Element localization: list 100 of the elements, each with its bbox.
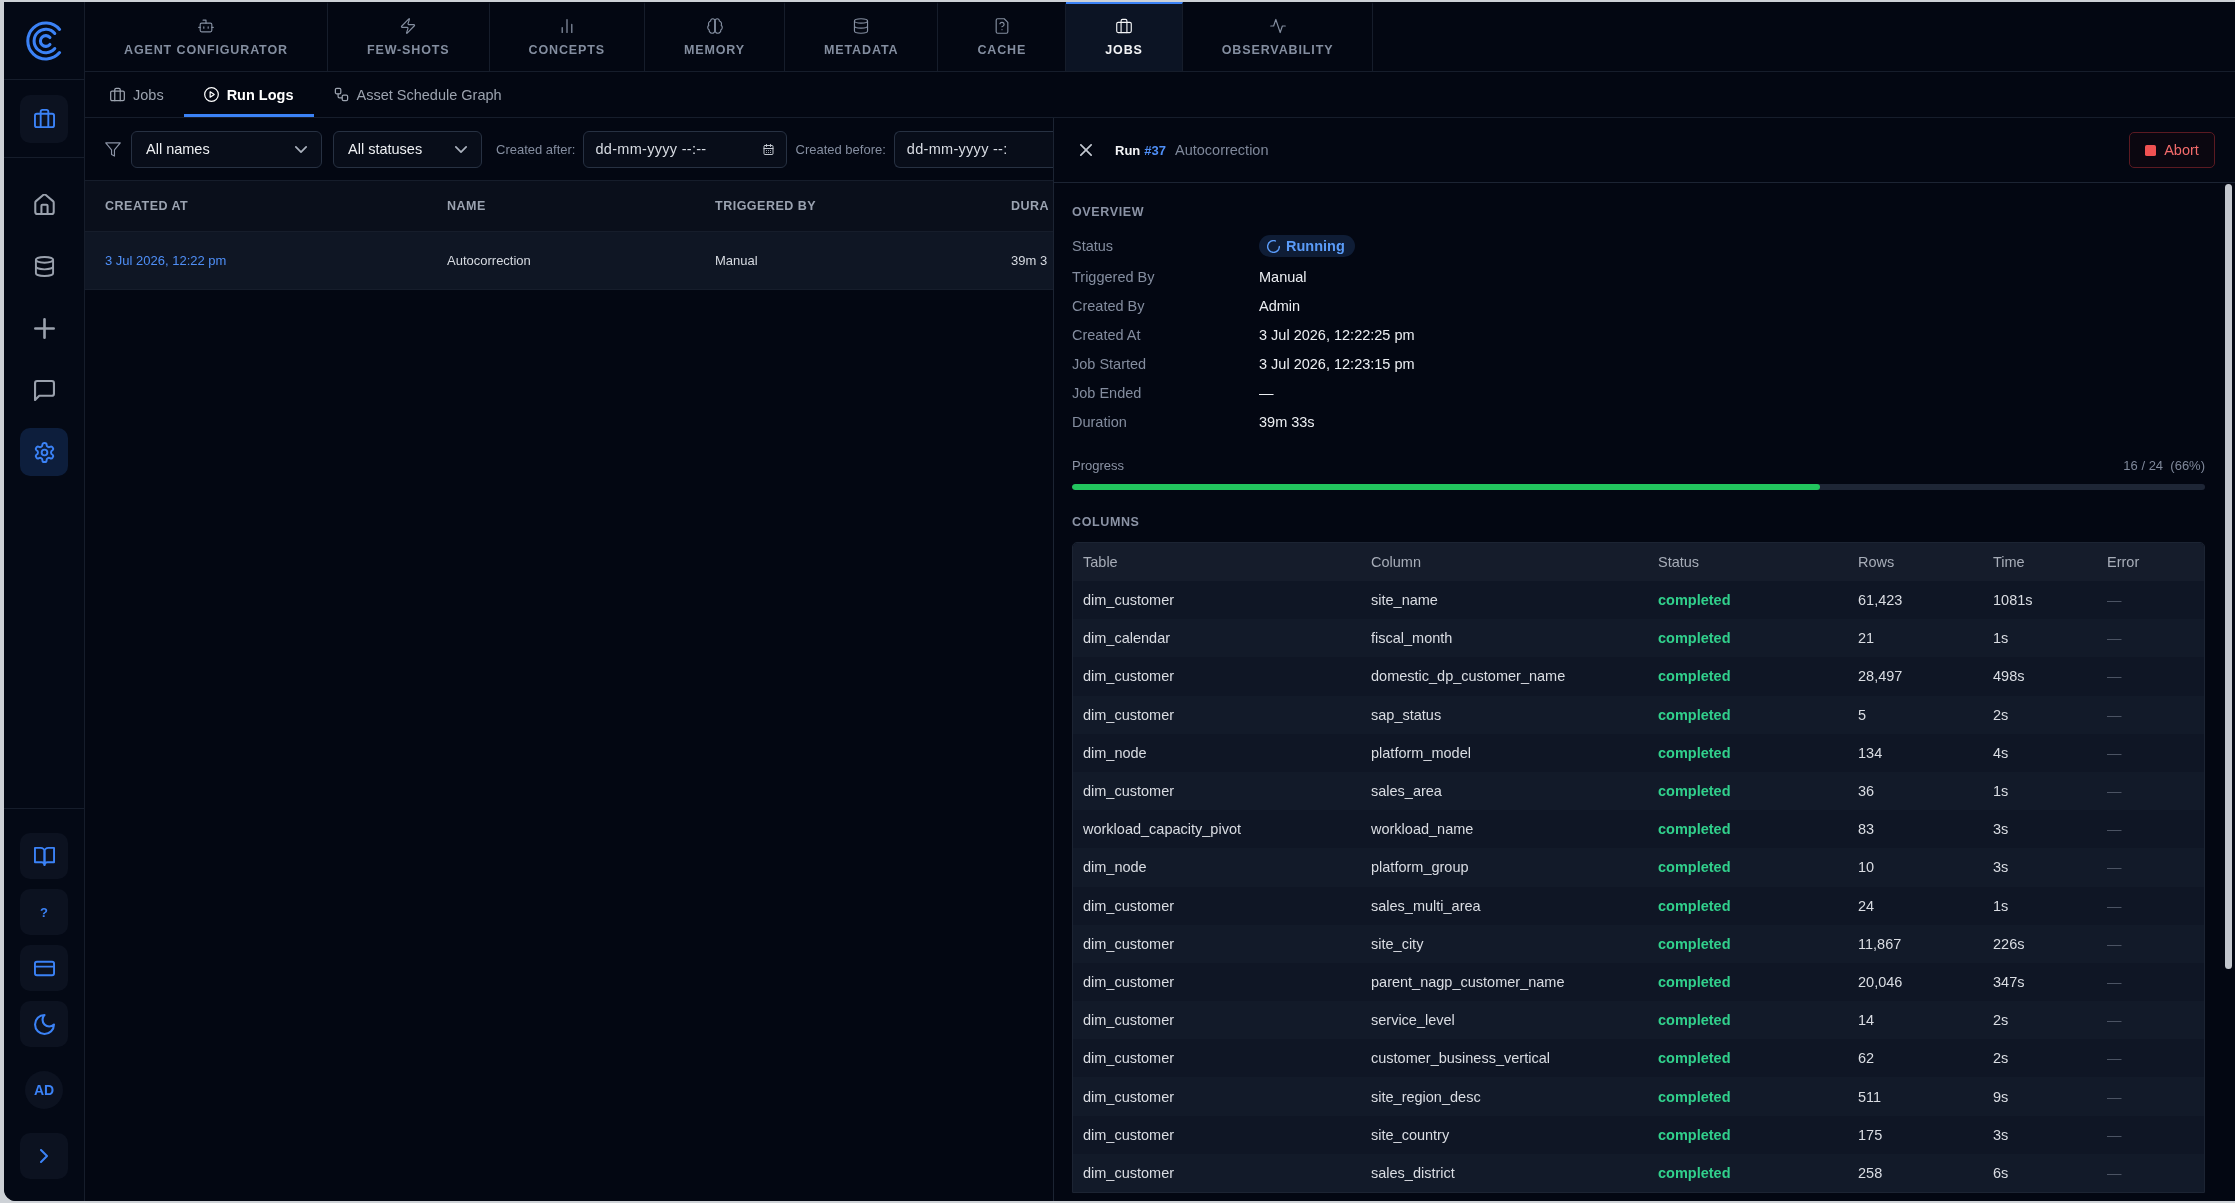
- table-cell-text: sales_multi_area: [1370, 897, 1482, 914]
- theme-button[interactable]: [20, 1001, 68, 1047]
- table-cell-text: dim_customer: [1082, 668, 1176, 685]
- overview-value: Manual: [1259, 268, 1307, 285]
- status-cell-text: completed: [1657, 783, 1732, 800]
- nav-tab[interactable]: MEMORY: [645, 2, 786, 71]
- sidebar-button[interactable]: [20, 833, 68, 879]
- avatar[interactable]: AD: [25, 1071, 63, 1109]
- status-cell-text: completed: [1657, 630, 1732, 647]
- table-row[interactable]: 3 Jul 2026, 12:22 pm Autocorrection Manual 39m 3: [85, 232, 1053, 290]
- table-cell-text: 3s: [1992, 859, 2010, 876]
- status-cell-text: completed: [1657, 592, 1732, 609]
- chat-icon: [33, 379, 55, 401]
- status-cell-text: completed: [1657, 1126, 1732, 1143]
- table-cell-text: 511: [1857, 1088, 1883, 1105]
- table-cell-text: —: [2106, 859, 2123, 876]
- nodes-icon: [333, 87, 349, 102]
- table-cell-text: dim_customer: [1082, 1126, 1176, 1143]
- table-cell-text: 5: [1857, 706, 1868, 723]
- table-cell-text: 2s: [1992, 1012, 2010, 1029]
- overview-label: Job Ended: [1072, 384, 1143, 401]
- table-cell-text: sales_district: [1370, 1164, 1456, 1181]
- sub-tab[interactable]: Jobs: [90, 72, 184, 117]
- table-cell-text: Autocorrection: [447, 253, 532, 268]
- column-header: CREATED AT: [105, 199, 190, 213]
- status-cell-text: completed: [1657, 973, 1732, 990]
- progress-label: Progress: [1072, 457, 1125, 473]
- table-cell-text: 14: [1857, 1012, 1876, 1029]
- table-cell-text: dim_customer: [1082, 1164, 1176, 1181]
- nav-tab[interactable]: OBSERVABILITY: [1182, 2, 1374, 71]
- sub-tab[interactable]: Run Logs: [183, 72, 314, 117]
- close-icon: [1080, 144, 1092, 156]
- overview-value: 3 Jul 2026, 12:22:25 pm: [1259, 326, 1415, 343]
- table-cell-text: 21: [1857, 630, 1876, 647]
- column-header: DURA: [1011, 199, 1051, 213]
- table-cell-text: dim_customer: [1082, 935, 1176, 952]
- abort-button[interactable]: Abort: [2129, 132, 2215, 168]
- play-icon: [203, 87, 219, 102]
- table-cell-text: workload_capacity_pivot: [1082, 821, 1242, 838]
- status-cell-text: completed: [1657, 821, 1732, 838]
- table-cell-text: 2s: [1992, 706, 2010, 723]
- table-cell-text: 134: [1857, 744, 1884, 761]
- column-header: Column: [1370, 554, 1422, 570]
- column-header: Error: [2106, 554, 2141, 570]
- table-cell-text: parent_nagp_customer_name: [1370, 973, 1566, 990]
- lightning-icon: [400, 18, 417, 34]
- table-cell-text: 1s: [1992, 897, 2010, 914]
- table-cell-text: 1s: [1992, 783, 2010, 800]
- overview-label: Created At: [1072, 326, 1142, 343]
- status-cell-text: completed: [1657, 1050, 1732, 1067]
- book-icon: [33, 845, 55, 867]
- nav-tab[interactable]: AGENT CONFIGURATOR: [85, 2, 328, 71]
- filter-icon: [105, 141, 121, 157]
- table-cell-text: 11,867: [1857, 935, 1903, 952]
- table-cell-text: 10: [1857, 859, 1876, 876]
- chevron-down-icon: [455, 145, 467, 153]
- section-title: COLUMNS: [1072, 514, 1141, 530]
- sidebar-button[interactable]: [20, 428, 68, 476]
- table-cell-text: customer_business_vertical: [1370, 1050, 1551, 1067]
- overview-value: —: [1259, 384, 1274, 401]
- overview-label: Job Started: [1072, 355, 1148, 372]
- nav-tab[interactable]: CONCEPTS: [489, 2, 645, 71]
- table-cell-text: —: [2106, 897, 2123, 914]
- close-button[interactable]: [1080, 144, 1092, 156]
- nav-tab[interactable]: FEW-SHOTS: [327, 2, 490, 71]
- nav-tab[interactable]: METADATA: [785, 2, 939, 71]
- status-dropdown[interactable]: All statuses: [333, 130, 482, 168]
- table-cell-text: —: [2106, 1012, 2123, 1029]
- run-link[interactable]: 3 Jul 2026, 12:22 pm: [105, 253, 447, 268]
- stop-icon: [2145, 144, 2157, 156]
- table-cell-text: site_region_desc: [1370, 1088, 1482, 1105]
- table-cell-text: domestic_dp_customer_name: [1370, 668, 1567, 685]
- table-cell-text: 226s: [1992, 935, 2026, 952]
- table-cell-text: —: [2106, 1050, 2123, 1067]
- briefcase-icon: [110, 87, 125, 102]
- overview-label: Duration: [1072, 413, 1128, 430]
- table-cell-text: —: [2106, 935, 2123, 952]
- filter-label: Created after:: [496, 141, 576, 157]
- database-icon: [853, 18, 870, 34]
- table-cell-text: dim_customer: [1082, 973, 1176, 990]
- status-cell-text: completed: [1657, 935, 1732, 952]
- robot-icon: [197, 18, 214, 34]
- column-header: Time: [1992, 554, 2026, 570]
- table-cell-text: —: [2106, 630, 2123, 647]
- scrollbar-thumb[interactable]: [2225, 184, 2232, 969]
- table-cell-text: site_city: [1370, 935, 1425, 952]
- help-button[interactable]: ?: [20, 889, 68, 935]
- table-cell-text: 9s: [1992, 1088, 2010, 1105]
- table-cell-text: dim_customer: [1082, 783, 1176, 800]
- sub-tab[interactable]: Asset Schedule Graph: [313, 72, 522, 117]
- status-cell-text: completed: [1657, 897, 1732, 914]
- sidebar-button[interactable]: [20, 94, 68, 143]
- date-field[interactable]: dd-mm-yyyy --:--: [582, 130, 787, 168]
- sidebar-button[interactable]: [20, 945, 68, 991]
- chevron-down-icon: [295, 145, 307, 153]
- date-field[interactable]: dd-mm-yyyy --:: [893, 130, 1053, 168]
- name-dropdown[interactable]: All names: [131, 130, 322, 168]
- overview-label: Created By: [1072, 297, 1146, 314]
- table-cell-text: Manual: [715, 253, 759, 268]
- nav-tab[interactable]: JOBS: [1066, 2, 1183, 71]
